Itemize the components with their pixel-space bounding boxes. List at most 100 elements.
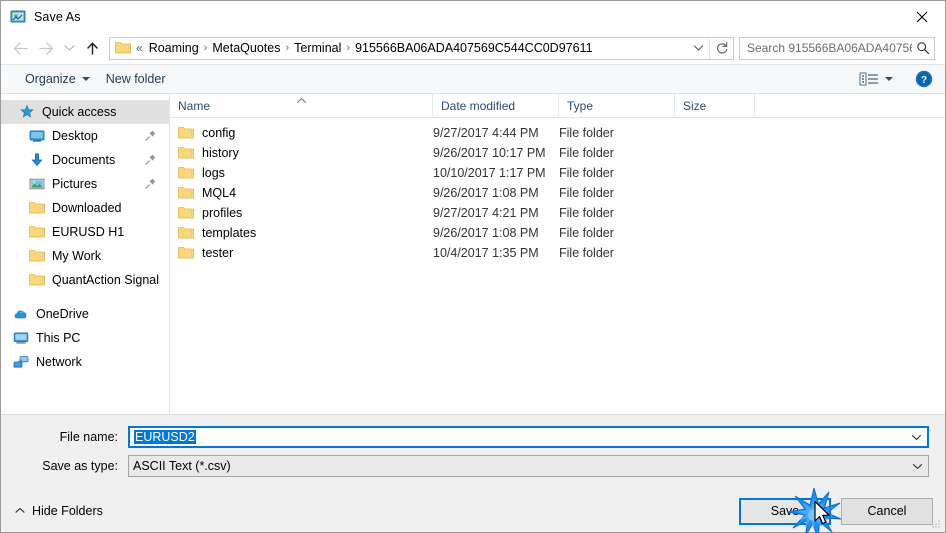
- folder-icon: [178, 245, 194, 261]
- column-header-size[interactable]: Size: [675, 94, 755, 117]
- breadcrumb-item[interactable]: Terminal: [290, 40, 345, 56]
- sidebar-item-desktop[interactable]: Desktop: [1, 124, 169, 148]
- pin-icon[interactable]: [144, 177, 157, 190]
- save-as-type-row: Save as type: ASCII Text (*.csv): [17, 455, 929, 477]
- address-bar[interactable]: « Roaming › MetaQuotes › Terminal › 9155…: [109, 36, 734, 60]
- column-header-label: Size: [683, 98, 707, 113]
- help-icon[interactable]: ?: [915, 70, 933, 88]
- resize-grip-icon[interactable]: [930, 518, 942, 530]
- sidebar-item-downloaded[interactable]: Downloaded: [1, 196, 169, 220]
- forward-icon[interactable]: [33, 35, 59, 61]
- cancel-button[interactable]: Cancel: [841, 497, 933, 525]
- table-row[interactable]: templates 9/26/2017 1:08 PM File folder: [170, 223, 945, 243]
- command-toolbar: Organize New folder ?: [1, 64, 945, 94]
- file-type: File folder: [559, 166, 614, 180]
- organize-button[interactable]: Organize: [17, 69, 98, 89]
- close-icon[interactable]: [899, 1, 945, 32]
- column-header-date-modified[interactable]: Date modified: [433, 94, 559, 117]
- file-name: MQL4: [202, 186, 237, 200]
- table-row[interactable]: history 9/26/2017 10:17 PM File folder: [170, 143, 945, 163]
- file-name-cell: history: [170, 145, 433, 161]
- column-header-type[interactable]: Type: [559, 94, 675, 117]
- sidebar-item-label: QuantAction Signal: [52, 273, 160, 287]
- pin-icon[interactable]: [144, 153, 157, 166]
- sidebar-item-label: Desktop: [52, 129, 98, 143]
- file-date: 9/26/2017 10:17 PM: [433, 146, 546, 160]
- sidebar-item-eurusd-h1[interactable]: EURUSD H1: [1, 220, 169, 244]
- desktop-icon: [29, 128, 45, 144]
- sidebar-item-my-work[interactable]: My Work: [1, 244, 169, 268]
- up-icon[interactable]: [79, 35, 105, 61]
- save-button[interactable]: Save: [739, 497, 831, 525]
- save-as-type-select[interactable]: ASCII Text (*.csv): [128, 455, 929, 477]
- save-as-type-chevron-down-icon[interactable]: [906, 463, 928, 470]
- sidebar-item-this-pc[interactable]: This PC: [1, 326, 169, 350]
- table-row[interactable]: config 9/27/2017 4:44 PM File folder: [170, 123, 945, 143]
- sidebar-item-label: Quick access: [42, 105, 117, 119]
- search-icon[interactable]: [912, 41, 934, 55]
- hide-folders-button[interactable]: Hide Folders: [15, 504, 103, 518]
- address-chevron-down-icon[interactable]: [687, 38, 709, 59]
- change-view-button[interactable]: [851, 68, 901, 90]
- file-type: File folder: [559, 146, 614, 160]
- dialog-footer: Hide Folders Save Cancel: [1, 490, 945, 532]
- table-row[interactable]: tester 10/4/2017 1:35 PM File folder: [170, 243, 945, 263]
- file-rows: config 9/27/2017 4:44 PM File folder his…: [170, 118, 945, 414]
- breadcrumb-item[interactable]: Roaming: [145, 40, 203, 56]
- file-name: templates: [202, 226, 257, 240]
- sidebar-item-pictures[interactable]: Pictures: [1, 172, 169, 196]
- file-name-cell: templates: [170, 225, 433, 241]
- window-title: Save As: [34, 9, 81, 24]
- save-label: Save: [770, 504, 800, 518]
- chevron-up-icon: [296, 96, 307, 106]
- file-name-cell: config: [170, 125, 433, 141]
- sidebar-item-label: This PC: [36, 331, 81, 345]
- recent-locations-chevron-down-icon[interactable]: [59, 35, 79, 61]
- file-name-chevron-down-icon[interactable]: [905, 434, 927, 441]
- search-placeholder: Search 915566BA06ADA40756...: [747, 41, 912, 55]
- organize-label: Organize: [25, 72, 76, 86]
- save-as-type-value: ASCII Text (*.csv): [133, 459, 231, 473]
- file-name-input[interactable]: EURUSD2: [128, 426, 929, 448]
- folder-icon: [115, 40, 131, 56]
- breadcrumb-item-current[interactable]: 915566BA06ADA407569C544CC0D97611: [351, 40, 596, 56]
- new-folder-button[interactable]: New folder: [98, 69, 174, 89]
- search-input[interactable]: Search 915566BA06ADA40756...: [739, 36, 935, 60]
- column-header-name[interactable]: Name: [170, 94, 433, 117]
- folder-icon: [178, 125, 194, 141]
- file-type: File folder: [559, 246, 614, 260]
- table-row[interactable]: MQL4 9/26/2017 1:08 PM File folder: [170, 183, 945, 203]
- file-date: 10/4/2017 1:35 PM: [433, 246, 539, 260]
- sidebar-item-documents[interactable]: Documents: [1, 148, 169, 172]
- folder-icon: [178, 225, 194, 241]
- sidebar-item-label: Pictures: [52, 177, 98, 191]
- breadcrumb-overflow[interactable]: «: [135, 41, 145, 55]
- sidebar-item-quantaction-signal[interactable]: QuantAction Signal: [1, 268, 169, 292]
- folder-icon: [178, 185, 194, 201]
- breadcrumb-item[interactable]: MetaQuotes: [208, 40, 284, 56]
- sidebar-item-onedrive[interactable]: OneDrive: [1, 302, 169, 326]
- folder-icon: [29, 272, 45, 288]
- pin-icon[interactable]: [144, 129, 157, 142]
- table-row[interactable]: profiles 9/27/2017 4:21 PM File folder: [170, 203, 945, 223]
- column-headers: Name Date modified Type Size: [170, 94, 945, 118]
- sidebar-item-label: EURUSD H1: [52, 225, 125, 239]
- file-name-value-wrap: EURUSD2: [130, 430, 905, 444]
- sidebar-item-quick-access[interactable]: Quick access: [1, 100, 169, 124]
- network-icon: [13, 354, 29, 370]
- column-header-label: Name: [178, 98, 211, 113]
- folder-icon: [178, 205, 194, 221]
- list-view-icon: [859, 71, 879, 87]
- file-date: 9/27/2017 4:21 PM: [433, 206, 539, 220]
- view-chevron-down-icon[interactable]: [885, 77, 893, 81]
- cancel-label: Cancel: [867, 504, 907, 518]
- refresh-icon[interactable]: [709, 37, 733, 59]
- pictures-icon: [29, 176, 45, 192]
- folder-icon: [178, 165, 194, 181]
- save-as-dialog: Save As « Roaming › MetaQuotes › Termina…: [0, 0, 946, 533]
- sidebar-item-network[interactable]: Network: [1, 350, 169, 374]
- save-as-type-label: Save as type:: [42, 459, 118, 473]
- table-row[interactable]: logs 10/10/2017 1:17 PM File folder: [170, 163, 945, 183]
- back-icon[interactable]: [7, 35, 33, 61]
- column-header-label: Type: [567, 98, 594, 113]
